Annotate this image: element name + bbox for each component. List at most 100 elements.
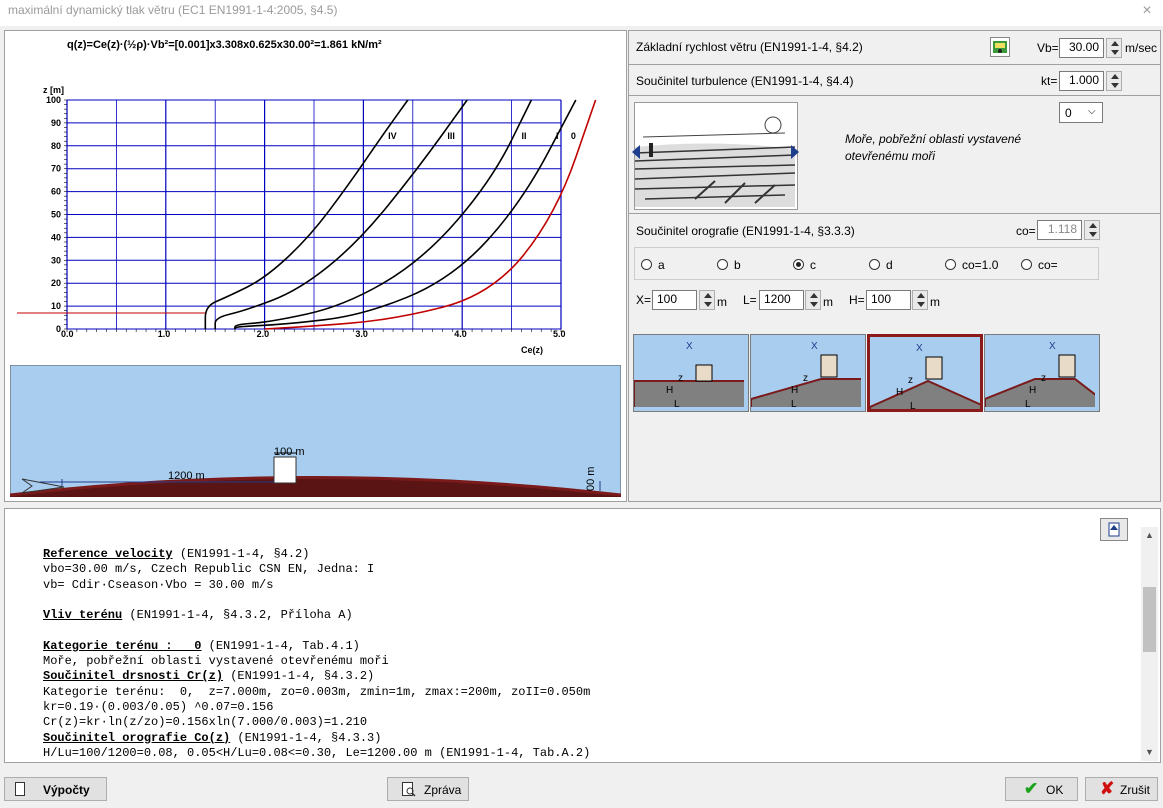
window-title: maximální dynamický tlak větru (EC1 EN19… bbox=[8, 3, 338, 17]
report-reference: (EN1991-1-4, Tab.4.1) bbox=[201, 638, 360, 653]
report-button-label: Zpráva bbox=[424, 783, 462, 797]
prev-category-icon[interactable] bbox=[632, 145, 640, 159]
scroll-down-icon[interactable]: ▼ bbox=[1141, 744, 1158, 761]
orography-thumb-4[interactable]: XzHL bbox=[984, 334, 1102, 414]
check-icon: ✔ bbox=[1024, 779, 1039, 798]
category-select-value: 0 bbox=[1065, 106, 1072, 120]
thumb-l-label: L bbox=[674, 399, 680, 407]
chart-panel: q(z)=Ce(z)·(½ρ)·Vb²=[0.001]x3.308x0.625x… bbox=[4, 30, 627, 502]
orography-thumb-2[interactable]: XzHL bbox=[750, 334, 868, 414]
vb-input[interactable]: 30.00 bbox=[1059, 38, 1104, 58]
radio-co10[interactable]: co=1.0 bbox=[945, 258, 1015, 272]
x-tick-label: 4.0 bbox=[454, 329, 467, 339]
report-line: Kategorie terénu : 0 (EN1991-1-4, Tab.4.… bbox=[43, 639, 590, 654]
report-button[interactable]: Zpráva bbox=[387, 777, 469, 801]
y-tick-label: 50 bbox=[51, 210, 61, 220]
radio-a[interactable]: a bbox=[641, 258, 711, 272]
report-line bbox=[43, 623, 590, 638]
scroll-thumb[interactable] bbox=[1143, 587, 1156, 652]
curve-label: I bbox=[556, 131, 559, 141]
l-unit: m bbox=[823, 295, 833, 309]
y-tick-label: 0 bbox=[56, 324, 61, 334]
export-icon[interactable] bbox=[1100, 518, 1128, 541]
radio-d[interactable]: d bbox=[869, 258, 939, 272]
co-input[interactable]: 1.118 bbox=[1037, 220, 1082, 240]
l-spinner[interactable] bbox=[805, 290, 821, 310]
radio-circle[interactable] bbox=[869, 259, 880, 270]
h-unit: m bbox=[930, 295, 940, 309]
x-tick-label: 1.0 bbox=[158, 329, 171, 339]
l-input[interactable]: 1200 bbox=[759, 290, 804, 310]
thumb-h-label: H bbox=[896, 387, 903, 398]
map-settings-icon[interactable] bbox=[990, 37, 1010, 57]
h-input[interactable]: 100 bbox=[866, 290, 911, 310]
radio-circle[interactable] bbox=[641, 259, 652, 270]
radio-circle[interactable] bbox=[717, 259, 728, 270]
parameters-panel: Základní rychlost větru (EN1991-1-4, §4.… bbox=[628, 30, 1161, 502]
calc-button-label: Výpočty bbox=[43, 783, 90, 797]
radio-circle[interactable] bbox=[1021, 259, 1032, 270]
height-label: 100 m bbox=[274, 446, 305, 458]
orography-thumb-3[interactable]: XzHL bbox=[867, 334, 987, 416]
report-reference: (EN1991-1-4, §4.3.2, Příloha A) bbox=[122, 608, 353, 623]
report-line: Kategorie terénu: 0, z=7.000m, zo=0.003m… bbox=[43, 685, 590, 700]
radio-label: c bbox=[810, 258, 816, 272]
kt-input[interactable]: 1.000 bbox=[1059, 71, 1104, 91]
report-scrollbar[interactable]: ▲ ▼ bbox=[1141, 527, 1158, 761]
vb-unit: m/sec bbox=[1125, 41, 1158, 55]
radio-circle[interactable] bbox=[793, 259, 804, 270]
report-heading: Součinitel orografie Co(z) bbox=[43, 730, 231, 745]
cancel-button[interactable]: ✘ Zrušit bbox=[1085, 777, 1158, 801]
radio-circle[interactable] bbox=[945, 259, 956, 270]
report-text: kr=0.19·(0.003/0.05) ^0.07=0.156 bbox=[43, 699, 274, 714]
orography-thumb-1[interactable]: XzHL bbox=[633, 334, 751, 414]
terrain-category-image bbox=[634, 102, 798, 210]
calc-button[interactable]: Výpočty bbox=[4, 777, 107, 801]
ok-button[interactable]: ✔ OK bbox=[1005, 777, 1078, 801]
report-line: Moře, pobřežní oblasti vystavené otevřen… bbox=[43, 654, 590, 669]
l-field-label: L= bbox=[743, 293, 757, 307]
report-text: Cr(z)=kr·ln(z/zo)=0.156xln(7.000/0.003)=… bbox=[43, 715, 368, 730]
next-category-icon[interactable] bbox=[791, 145, 799, 159]
radio-c[interactable]: c bbox=[793, 258, 863, 272]
radio-co[interactable]: co= bbox=[1021, 258, 1091, 272]
close-icon[interactable]: × bbox=[1138, 2, 1156, 20]
co-field-label: co= bbox=[1016, 224, 1036, 238]
report-text: H/Lu=100/1200=0.08, 0.05<H/Lu=0.08<=0.30… bbox=[43, 745, 591, 760]
y-tick-label: 70 bbox=[51, 164, 61, 174]
radio-label: co= bbox=[1038, 258, 1058, 272]
building bbox=[273, 456, 297, 484]
x-icon: ✘ bbox=[1100, 779, 1115, 798]
category-select[interactable]: 0 ⌵ bbox=[1059, 102, 1103, 123]
x-spinner[interactable] bbox=[699, 290, 715, 310]
x-tick-label: 3.0 bbox=[355, 329, 368, 339]
co-spinner[interactable] bbox=[1084, 220, 1100, 240]
x-input[interactable]: 100 bbox=[652, 290, 697, 310]
radio-label: b bbox=[734, 258, 741, 272]
vb-spinner[interactable] bbox=[1106, 38, 1122, 58]
thumb-z-label: z bbox=[908, 375, 913, 386]
thumb-x-label: X bbox=[811, 341, 818, 352]
report-reference: (EN1991-1-4, §4.3.3) bbox=[230, 730, 382, 745]
cancel-button-label: Zrušit bbox=[1120, 783, 1150, 797]
report-reference: (EN1991-1-4, §4.2) bbox=[172, 547, 310, 561]
report-text: vb= Cdir·Cseason·Vbo = 30.00 m/s bbox=[43, 577, 274, 592]
scroll-up-icon[interactable]: ▲ bbox=[1141, 527, 1158, 544]
report-line: Součinitel orografie Co(z) (EN1991-1-4, … bbox=[43, 731, 590, 746]
report-line: Cr(z)=kr·ln(z/zo)=0.156xln(7.000/0.003)=… bbox=[43, 715, 590, 730]
thumb-l-label: L bbox=[1025, 399, 1031, 407]
curve-label: II bbox=[521, 131, 526, 141]
thumb-l-label: L bbox=[791, 399, 797, 407]
y-tick-label: 60 bbox=[51, 187, 61, 197]
h-spinner[interactable] bbox=[912, 290, 928, 310]
y-tick-label: 80 bbox=[51, 141, 61, 151]
thumb-x-label: X bbox=[1049, 341, 1056, 352]
turbulence-label: Součinitel turbulence (EN1991-1-4, §4.4) bbox=[636, 74, 854, 88]
y-axis-label: z [m] bbox=[43, 85, 64, 95]
kt-spinner[interactable] bbox=[1106, 71, 1122, 91]
wind-profile-chart: z [m] Ce(z) 0.0 1009080706050403020100 1.… bbox=[17, 85, 597, 355]
report-line: vb= Cdir·Cseason·Vbo = 30.00 m/s bbox=[43, 578, 590, 593]
report-line bbox=[43, 593, 590, 608]
thumb-h-label: H bbox=[666, 385, 673, 396]
radio-b[interactable]: b bbox=[717, 258, 787, 272]
